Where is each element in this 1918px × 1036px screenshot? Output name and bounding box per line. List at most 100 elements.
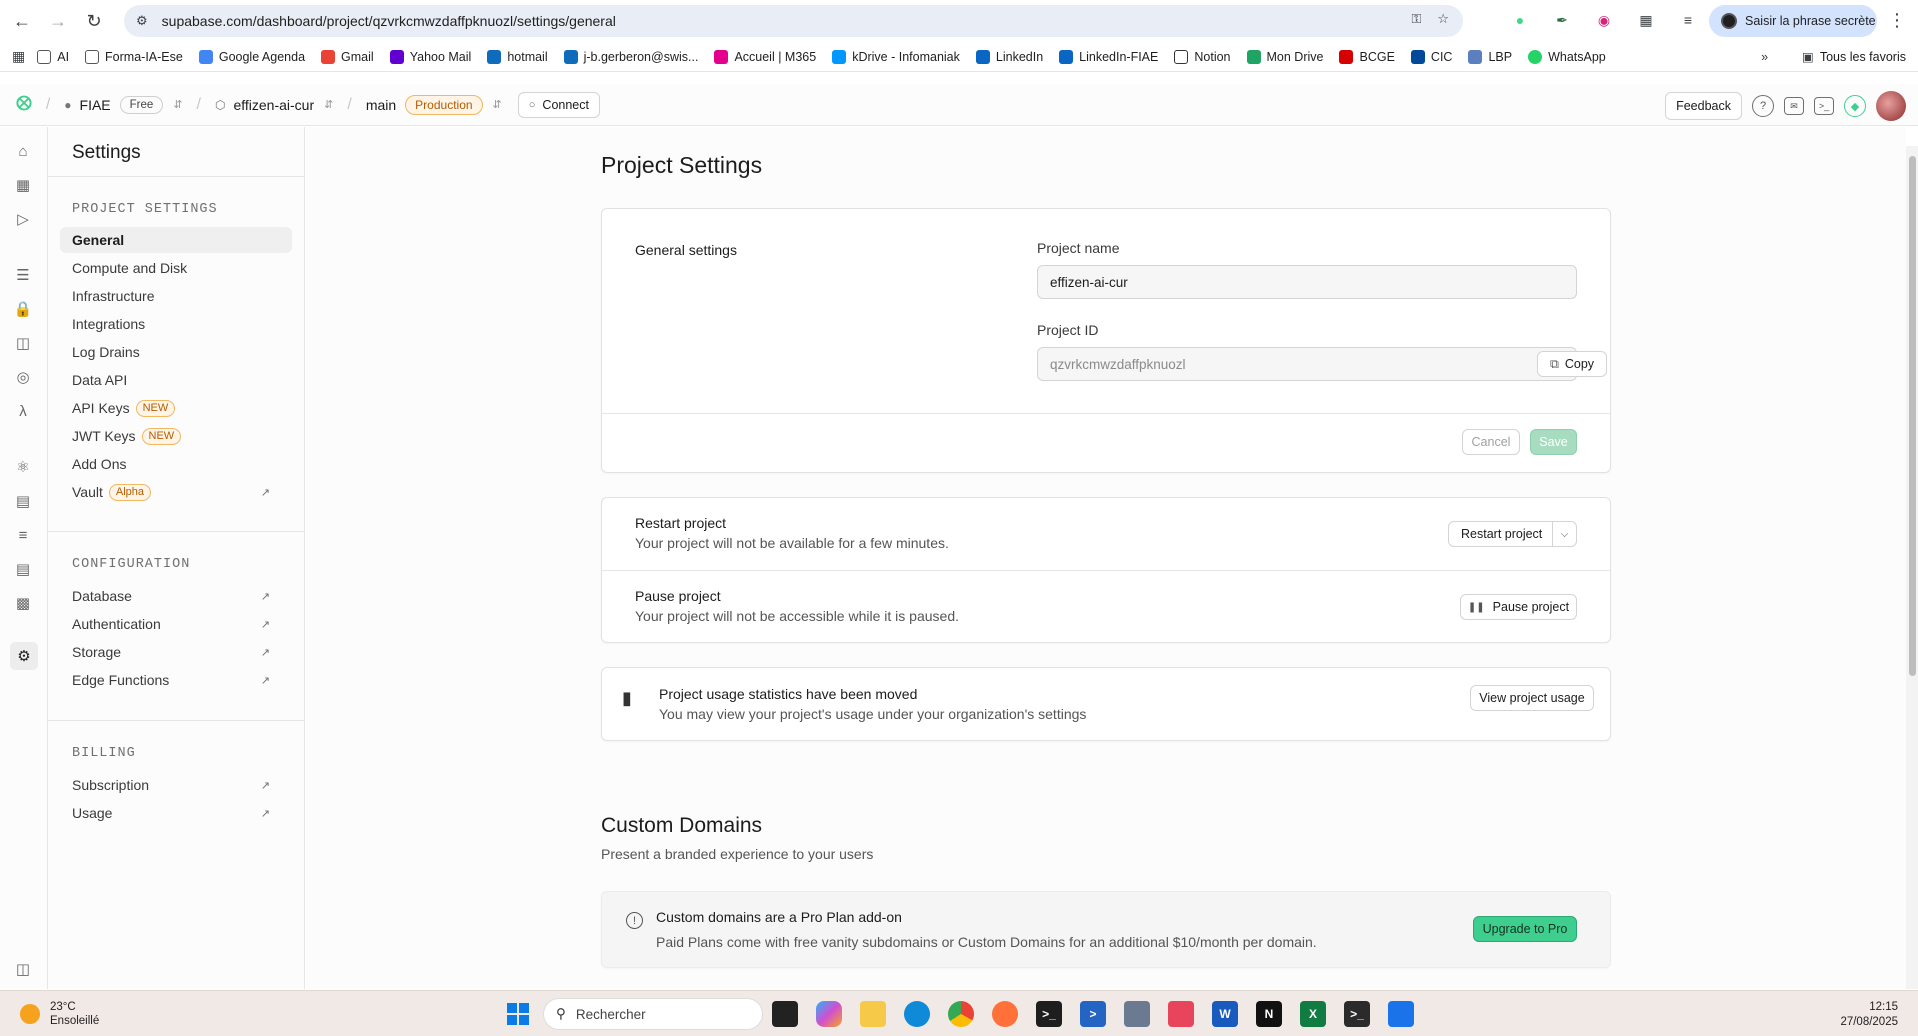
scroll-thumb[interactable] <box>1909 156 1916 676</box>
sidebar-item-log-drains[interactable]: Log Drains <box>72 339 282 365</box>
task-view-icon[interactable] <box>772 1001 798 1027</box>
sql-editor-icon[interactable]: ▷ <box>13 209 33 229</box>
database-icon[interactable]: ☰ <box>13 265 33 285</box>
sidebar-item-add-ons[interactable]: Add Ons <box>72 451 282 477</box>
edge-functions-icon[interactable]: λ <box>13 401 33 421</box>
reports-icon[interactable]: ▤ <box>13 491 33 511</box>
profile-button[interactable]: Saisir la phrase secrète <box>1709 5 1877 37</box>
bookmark-item[interactable]: WhatsApp <box>1528 49 1606 64</box>
bookmark-item[interactable]: kDrive - Infomaniak <box>832 49 960 64</box>
bookmark-item[interactable]: CIC <box>1410 49 1452 64</box>
main-scrollbar[interactable] <box>1906 146 1918 989</box>
bookmark-item[interactable]: Forma-IA-Ese <box>85 49 183 64</box>
bookmark-item[interactable]: Notion <box>1174 49 1231 64</box>
site-info-icon[interactable]: ⚙ <box>136 13 148 29</box>
notion-app-icon[interactable]: N <box>1256 1001 1282 1027</box>
notepad-icon[interactable] <box>1388 1001 1414 1027</box>
settings-gear-icon[interactable]: ⚙ <box>10 642 38 670</box>
system-clock[interactable]: 12:15 27/08/2025 <box>1840 1000 1898 1030</box>
feedback-button[interactable]: Feedback <box>1665 92 1742 120</box>
logs-icon[interactable]: ≡ <box>13 525 33 545</box>
project-id-field[interactable]: qzvrkcmwzdaffpknuozl <box>1037 347 1577 381</box>
copy-button[interactable]: ⧉ Copy <box>1537 351 1607 377</box>
view-project-usage-button[interactable]: View project usage <box>1470 685 1594 711</box>
back-icon[interactable]: ← <box>8 7 36 35</box>
project-name-input[interactable]: effizen-ai-cur <box>1037 265 1577 299</box>
url-text[interactable]: supabase.com/dashboard/project/qzvrkcmwz… <box>162 13 616 29</box>
extension-android-icon[interactable]: ● <box>1508 8 1532 32</box>
chevron-down-icon[interactable]: ⌵ <box>1552 522 1576 546</box>
weather-widget[interactable]: 23°C Ensoleillé <box>20 1000 99 1028</box>
save-button[interactable]: Save <box>1530 429 1577 455</box>
sidebar-item-general[interactable]: General <box>60 227 292 253</box>
realtime-icon[interactable]: ◎ <box>13 367 33 387</box>
taskbar-search[interactable]: ⚲ Rechercher <box>543 998 763 1030</box>
bookmark-item[interactable]: Mon Drive <box>1246 49 1323 64</box>
avatar[interactable] <box>1876 91 1906 121</box>
extensions-puzzle-icon[interactable]: ▦ <box>1634 8 1658 32</box>
supabase-logo-icon[interactable]: ⮾ <box>16 93 32 116</box>
sidebar-item-authentication[interactable]: Authentication ↗ <box>72 611 282 637</box>
sidebar-item-database[interactable]: Database ↗ <box>72 583 282 609</box>
snipping-tool-icon[interactable] <box>1168 1001 1194 1027</box>
forward-icon[interactable]: → <box>44 7 72 35</box>
sidebar-item-edge-functions[interactable]: Edge Functions ↗ <box>72 667 282 693</box>
bookmark-item[interactable]: Gmail <box>321 49 374 64</box>
api-docs-icon[interactable]: ▤ <box>13 559 33 579</box>
bookmark-item[interactable]: j-b.gerberon@swis... <box>563 49 698 64</box>
password-key-icon[interactable]: ⚿ <box>1411 11 1421 27</box>
assistant-diamond-icon[interactable]: ◆ <box>1844 95 1866 117</box>
bookmark-item[interactable]: hotmail <box>487 49 548 64</box>
bookmark-star-icon[interactable]: ☆ <box>1437 11 1449 27</box>
terminal-icon[interactable]: >_ <box>1814 97 1834 115</box>
firefox-icon[interactable] <box>992 1001 1018 1027</box>
help-icon[interactable]: ? <box>1752 95 1774 117</box>
chevron-updown-icon[interactable]: ⇵ <box>173 98 182 111</box>
bookmark-item[interactable]: BCGE <box>1339 49 1395 64</box>
more-bookmarks-icon[interactable]: » <box>1761 50 1768 64</box>
bookmark-item[interactable]: AI <box>37 49 69 64</box>
all-bookmarks-link[interactable]: Tous les favoris <box>1820 50 1906 64</box>
sidebar-item-subscription[interactable]: Subscription ↗ <box>72 772 282 798</box>
bookmark-item[interactable]: LinkedIn <box>975 49 1043 64</box>
sidebar-item-jwt-keys[interactable]: JWT Keys NEW <box>72 423 282 449</box>
branch-selector[interactable]: main Production ⇵ <box>366 94 502 115</box>
bookmark-item[interactable]: Yahoo Mail <box>389 49 471 64</box>
command-prompt-icon[interactable]: >_ <box>1344 1001 1370 1027</box>
bookmark-item[interactable]: LinkedIn-FIAE <box>1059 49 1158 64</box>
extension-color-icon[interactable]: ◉ <box>1592 8 1616 32</box>
sidebar-item-storage[interactable]: Storage ↗ <box>72 639 282 665</box>
project-selector[interactable]: ⬡ effizen-ai-cur ⇵ <box>215 97 333 113</box>
browser-menu-icon[interactable]: ⋮ <box>1888 10 1906 31</box>
camera-icon[interactable] <box>1124 1001 1150 1027</box>
org-selector[interactable]: ● FIAE Free ⇵ <box>64 95 183 114</box>
upgrade-to-pro-button[interactable]: Upgrade to Pro <box>1473 916 1577 942</box>
excel-icon[interactable]: X <box>1300 1001 1326 1027</box>
powershell-icon[interactable]: > <box>1080 1001 1106 1027</box>
edge-icon[interactable] <box>904 1001 930 1027</box>
apps-grid-icon[interactable]: ▦ <box>12 48 25 65</box>
terminal-app-icon[interactable]: >_ <box>1036 1001 1062 1027</box>
address-bar[interactable]: ⚙ supabase.com/dashboard/project/qzvrkcm… <box>124 5 1463 37</box>
bookmark-item[interactable]: LBP <box>1468 49 1512 64</box>
copilot-icon[interactable] <box>816 1001 842 1027</box>
media-controls-icon[interactable]: ≡ <box>1676 8 1700 32</box>
collapse-sidebar-icon[interactable]: ◫ <box>13 959 33 979</box>
windows-start-icon[interactable] <box>507 1003 529 1025</box>
advisors-icon[interactable]: ⚛ <box>13 457 33 477</box>
connect-button[interactable]: ○ Connect <box>517 91 600 118</box>
sidebar-item-integrations[interactable]: Integrations <box>72 311 282 337</box>
reload-icon[interactable]: ↻ <box>80 7 108 35</box>
bookmark-item[interactable]: Google Agenda <box>198 49 305 64</box>
word-icon[interactable]: W <box>1212 1001 1238 1027</box>
auth-lock-icon[interactable]: 🔒 <box>13 299 33 319</box>
chevron-updown-icon[interactable]: ⇵ <box>324 98 333 111</box>
table-editor-icon[interactable]: ▦ <box>13 175 33 195</box>
inbox-icon[interactable]: ✉ <box>1784 97 1804 115</box>
chevron-updown-icon[interactable]: ⇵ <box>493 98 502 111</box>
sidebar-item-infrastructure[interactable]: Infrastructure <box>72 283 282 309</box>
sidebar-item-compute-and-disk[interactable]: Compute and Disk <box>72 255 282 281</box>
integrations-icon[interactable]: ▩ <box>13 593 33 613</box>
sidebar-item-data-api[interactable]: Data API <box>72 367 282 393</box>
extension-pen-icon[interactable]: ✒ <box>1550 8 1574 32</box>
